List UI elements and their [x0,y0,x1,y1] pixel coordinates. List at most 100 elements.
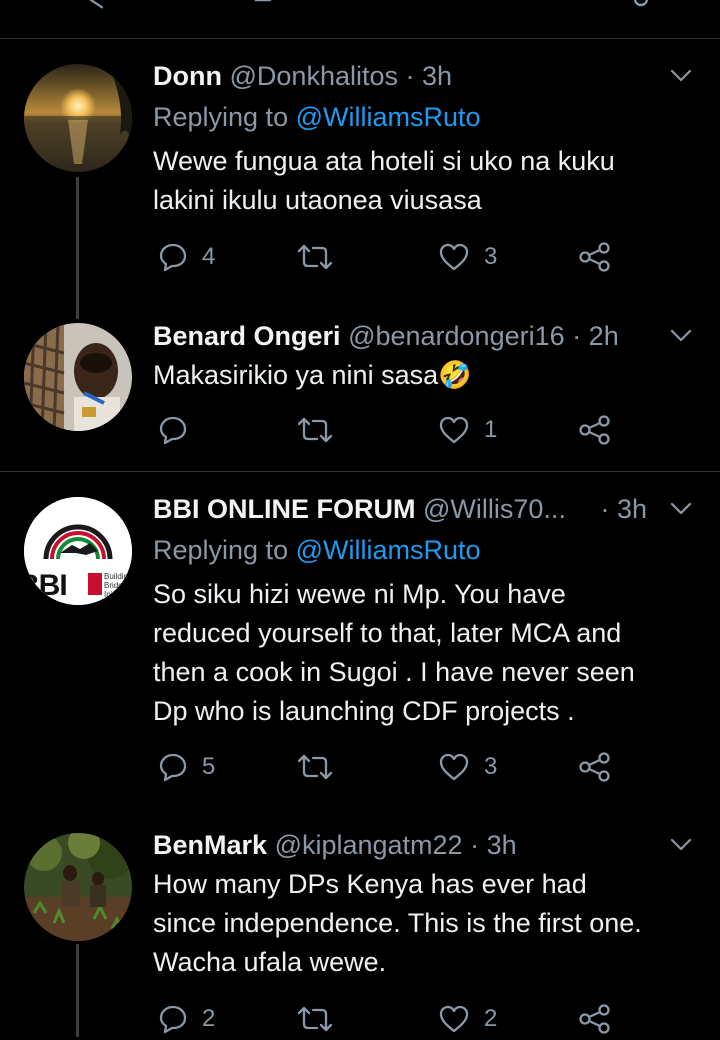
share-icon [579,1004,610,1034]
reply-button[interactable]: 5 [158,752,215,782]
avatar-logo-line: Buildin [104,572,129,581]
tweet-text-line: Wewe fungua ata hoteli si uko na kuku [153,146,615,176]
like-icon[interactable] [440,0,470,10]
like-icon [439,1005,469,1033]
avatar-logo-text: BBI [24,569,68,602]
retweet-icon [297,754,333,780]
tweet-header: BBI ONLINE FORUM @Willis70... [153,492,570,526]
tweet[interactable]: Donn @Donkhalitos · 3h Replying to @Will… [0,39,720,319]
chevron-down-icon[interactable] [670,502,692,516]
reply-count: 2 [202,1005,216,1032]
timestamp-group: · 3h [600,492,647,526]
share-button[interactable] [578,752,612,782]
like-count: 3 [484,243,498,270]
user-handle[interactable]: @benardongeri16 [348,321,565,351]
tweet-text-line: then a cook in Sugoi . I have never seen [153,657,635,687]
tweet-text: Makasirikio ya nini sasa🤣 [153,356,696,395]
tweet-text-line: Dp who is launching CDF projects . [153,696,575,726]
tweet-text: Wewe fungua ata hoteli si uko na kuku la… [153,142,696,220]
tweet-text-line: How many DPs Kenya has ever had [153,869,587,899]
avatar[interactable] [24,64,132,172]
tweet-text: How many DPs Kenya has ever had since in… [153,865,696,982]
like-button[interactable]: 2 [438,1004,497,1034]
avatar[interactable]: BBI Buildin Bridg Init [24,497,132,605]
like-count: 3 [484,753,498,780]
timestamp[interactable]: 3h [422,61,452,91]
replying-to-prefix: Replying to [153,102,289,132]
like-count: 1 [484,416,498,443]
tweet-text-line: lakini ikulu utaonea viusasa [153,185,482,215]
retweet-button[interactable] [296,415,348,445]
reply-icon [159,243,187,272]
tweet[interactable]: Benard Ongeri @benardongeri16 · 2h Makas… [0,319,720,471]
tweet-actions: 5 3 [0,752,720,788]
retweet-icon [297,1006,333,1032]
dot-separator: · [470,830,480,860]
tweet-text-line: Wacha ufala wewe. [153,947,387,977]
like-icon [439,243,469,271]
display-name[interactable]: Benard Ongeri [153,321,341,351]
user-handle[interactable]: @Willis70... [423,494,566,524]
reply-button[interactable]: 2 [158,1004,215,1034]
retweet-button[interactable] [296,242,348,272]
chevron-down-icon[interactable] [670,838,692,852]
dot-separator: · [600,494,610,524]
user-handle[interactable]: @Donkhalitos [230,61,399,91]
retweet-icon [297,244,333,270]
like-button[interactable]: 3 [438,242,497,272]
avatar-logo-line: Init [104,590,115,599]
replying-to-handle[interactable]: @WilliamsRuto [296,102,481,132]
retweet-icon[interactable] [252,0,292,10]
display-name[interactable]: Donn [153,61,222,91]
previous-tweet-actions [0,0,720,38]
tweet-header: Donn @Donkhalitos · 3h [153,59,630,93]
tweet-text-line: So siku hizi wewe ni Mp. You have [153,579,566,609]
reply-button[interactable]: 4 [158,242,215,272]
share-icon[interactable] [628,0,654,10]
share-button[interactable] [578,415,612,445]
like-button[interactable]: 3 [438,752,497,782]
chevron-down-icon[interactable] [670,329,692,343]
avatar-logo-bar [88,573,102,595]
reply-icon [159,416,187,445]
tweet-text-line: reduced yourself to that, later MCA and [153,618,622,648]
reply-icon[interactable] [80,0,106,10]
timestamp[interactable]: 3h [617,494,647,524]
reply-button[interactable] [158,415,202,445]
like-count: 2 [484,1005,498,1032]
avatar-logo-small: Buildin Bridg Init [104,572,128,599]
share-button[interactable] [578,242,612,272]
dot-separator: · [405,61,415,91]
share-icon [579,752,610,782]
reply-icon [159,753,187,782]
reply-icon [159,1005,187,1034]
tweet-header: BenMark @kiplangatm22 · 3h [153,828,630,862]
share-button[interactable] [578,1004,612,1034]
like-icon [439,753,469,781]
tweet-actions: 2 2 [0,1004,720,1040]
like-button[interactable]: 1 [438,415,497,445]
reply-count: 5 [202,753,216,780]
tweet[interactable]: BenMark @kiplangatm22 · 3h How many DPs … [0,810,720,1037]
retweet-button[interactable] [296,1004,348,1034]
tweet-actions: 4 3 [0,242,720,278]
timestamp[interactable]: 2h [589,321,619,351]
share-icon [579,242,610,272]
tweet-actions: 1 [0,415,720,451]
like-icon [439,416,469,444]
display-name[interactable]: BenMark [153,830,267,860]
avatar-logo-line: Bridg [104,581,123,590]
timestamp[interactable]: 3h [487,830,517,860]
user-handle[interactable]: @kiplangatm22 [275,830,463,860]
tweet-text-line: Makasirikio ya nini sasa🤣 [153,360,472,390]
avatar[interactable] [24,833,132,941]
replying-to-handle[interactable]: @WilliamsRuto [296,535,481,565]
dot-separator: · [572,321,582,351]
tweet[interactable]: BBI Buildin Bridg Init BBI ONLINE FORUM … [0,472,720,810]
chevron-down-icon[interactable] [670,69,692,83]
retweet-button[interactable] [296,752,348,782]
share-icon [579,415,610,445]
replying-to: Replying to @WilliamsRuto [153,533,481,567]
replying-to: Replying to @WilliamsRuto [153,100,481,134]
display-name[interactable]: BBI ONLINE FORUM [153,494,416,524]
